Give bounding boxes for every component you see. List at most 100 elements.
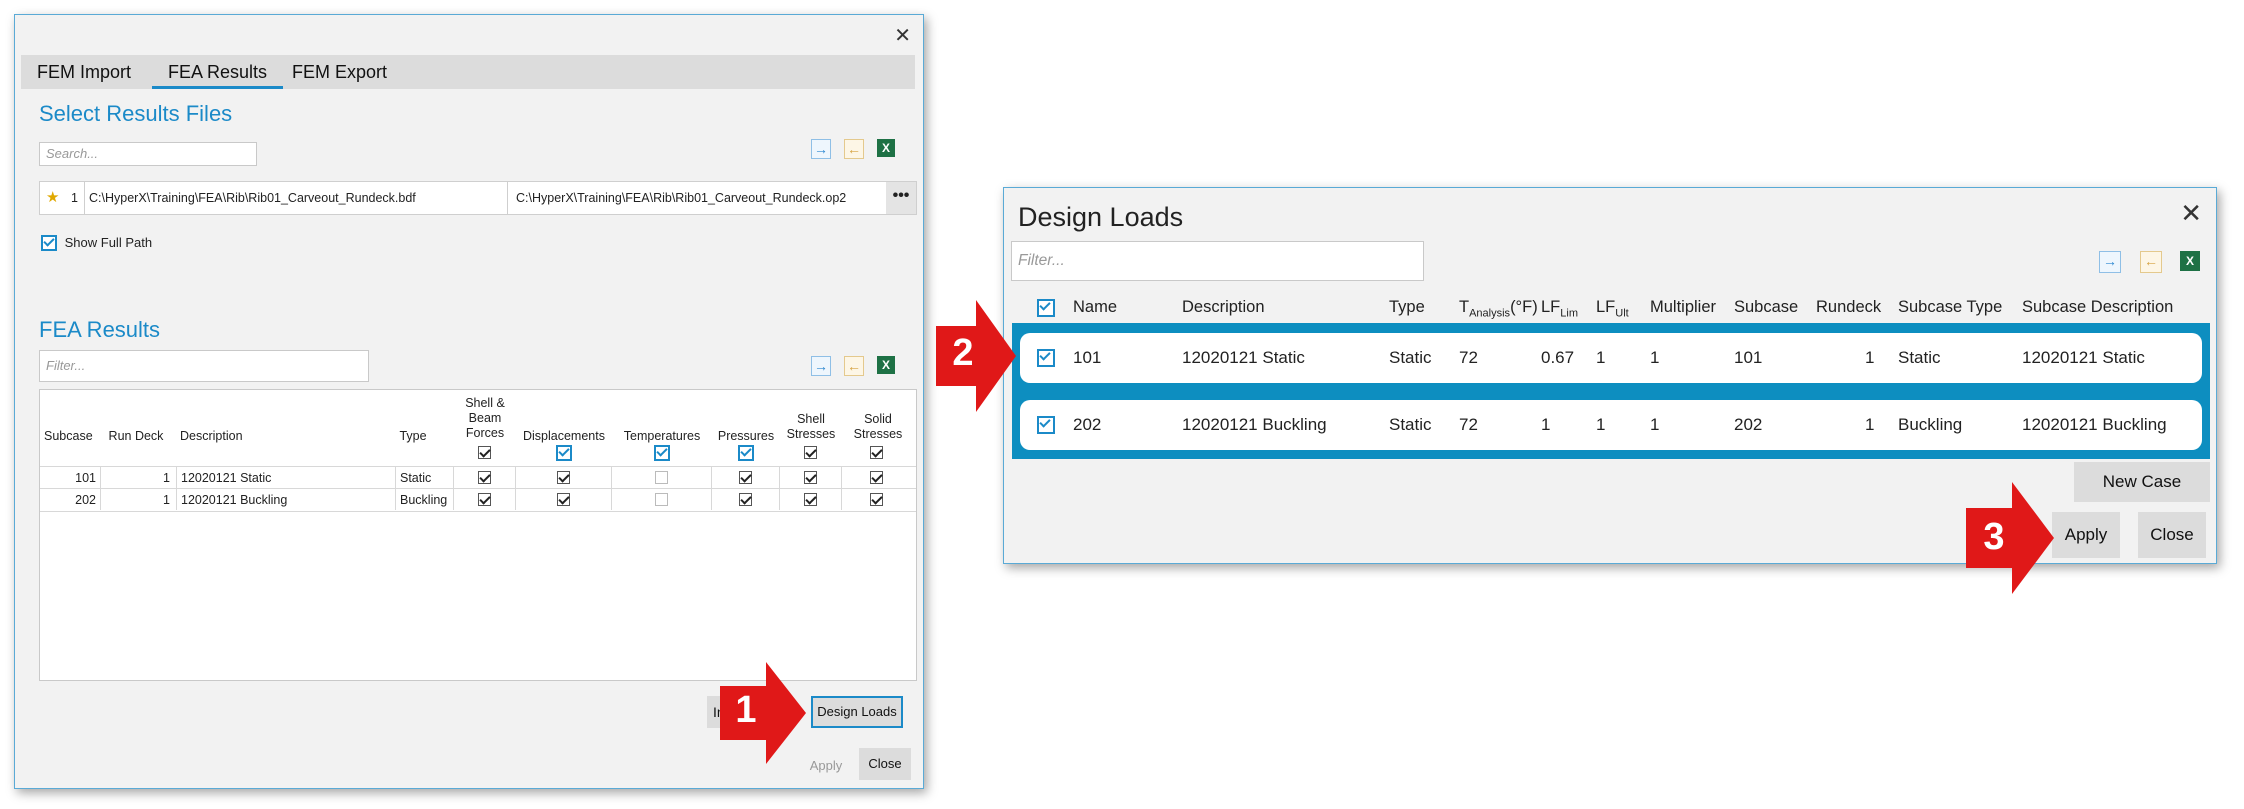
select-all-pressures-checkbox[interactable]	[738, 445, 754, 461]
excel-icon[interactable]: X	[877, 139, 895, 157]
fea-results-grid: Subcase Run Deck Description Type Shell …	[39, 389, 917, 681]
subcase-cell: 101	[75, 471, 96, 485]
type-cell: Static	[1389, 348, 1432, 367]
filter-input[interactable]: Filter...	[39, 350, 369, 382]
temperatures-checkbox[interactable]	[655, 471, 668, 484]
lf-ult-cell: 1	[1596, 348, 1606, 367]
fem-file-path[interactable]: C:\HyperX\Training\FEA\Rib\Rib01_Carveou…	[89, 182, 416, 214]
col-subcase-description[interactable]: Subcase Description	[2022, 298, 2173, 317]
subcase-cell: 101	[1734, 348, 1763, 367]
browse-button[interactable]: •••	[886, 182, 916, 214]
export-icon[interactable]: →	[811, 139, 831, 159]
design-loads-button[interactable]: Design Loads	[811, 696, 903, 728]
col-run-deck[interactable]: Run Deck	[104, 429, 168, 444]
col-subcase[interactable]: Subcase	[44, 429, 93, 444]
type-cell: Static	[400, 471, 432, 485]
import-icon[interactable]: ←	[844, 356, 864, 376]
tab-fea-results[interactable]: FEA Results	[152, 55, 284, 89]
col-name[interactable]: Name	[1073, 298, 1117, 317]
col-displacements[interactable]: Displacements	[516, 429, 612, 444]
search-input[interactable]: Search...	[39, 142, 257, 166]
pressures-checkbox[interactable]	[739, 493, 752, 506]
forces-checkbox[interactable]	[478, 493, 491, 506]
displacements-checkbox[interactable]	[557, 493, 570, 506]
temperatures-checkbox[interactable]	[655, 493, 668, 506]
apply-button[interactable]: Apply	[801, 750, 851, 782]
step-3-number: 3	[1983, 516, 2005, 558]
table-row[interactable]: 101 12020121 Static Static 72 0.67 1 1 1…	[1020, 333, 2202, 383]
shell-stresses-checkbox[interactable]	[804, 471, 817, 484]
shell-stresses-checkbox[interactable]	[804, 493, 817, 506]
run-deck-cell: 1	[163, 471, 170, 485]
type-cell: Static	[1389, 415, 1432, 434]
checkbox-icon[interactable]	[41, 234, 57, 251]
star-icon[interactable]: ★	[46, 182, 59, 214]
tab-fem-export[interactable]: FEM Export	[276, 55, 403, 89]
row-checkbox[interactable]	[1037, 349, 1055, 367]
subcase-type-cell: Buckling	[1898, 415, 1963, 434]
col-lf-ult[interactable]: LFUlt	[1596, 298, 1629, 319]
subcase-cell: 202	[75, 493, 96, 507]
step-2-number: 2	[952, 332, 974, 374]
table-row[interactable]: 202 12020121 Buckling Static 72 1 1 1 20…	[1020, 400, 2202, 450]
col-description[interactable]: Description	[1182, 298, 1265, 317]
displacements-checkbox[interactable]	[557, 471, 570, 484]
close-icon[interactable]: ✕	[894, 23, 911, 48]
forces-checkbox[interactable]	[478, 471, 491, 484]
rundeck-cell: 1	[1865, 415, 1875, 434]
select-all-shell-stresses-checkbox[interactable]	[804, 446, 817, 459]
table-row[interactable]: 101 1 12020121 Static Static	[40, 466, 916, 489]
col-rundeck[interactable]: Rundeck	[1816, 298, 1881, 317]
close-button[interactable]: Close	[2138, 512, 2206, 558]
select-all-solid-stresses-checkbox[interactable]	[870, 446, 883, 459]
export-icon[interactable]: →	[2099, 251, 2121, 273]
results-file-row[interactable]: ★ 1 C:\HyperX\Training\FEA\Rib\Rib01_Car…	[39, 181, 917, 215]
import-icon[interactable]: ←	[844, 139, 864, 159]
col-temperatures[interactable]: Temperatures	[612, 429, 712, 444]
close-icon[interactable]: ✕	[2180, 198, 2202, 229]
excel-icon[interactable]: X	[877, 356, 895, 374]
select-all-temperatures-checkbox[interactable]	[654, 445, 670, 461]
select-results-files-title: Select Results Files	[39, 101, 233, 126]
show-full-path-label: Show Full Path	[64, 235, 153, 251]
subcase-cell: 202	[1734, 415, 1763, 434]
col-subcase-type[interactable]: Subcase Type	[1898, 298, 2002, 317]
apply-button[interactable]: Apply	[2052, 512, 2120, 558]
file-index: 1	[71, 191, 78, 205]
select-all-forces-checkbox[interactable]	[478, 446, 491, 459]
col-pressures[interactable]: Pressures	[712, 429, 780, 444]
results-file-path[interactable]: C:\HyperX\Training\FEA\Rib\Rib01_Carveou…	[516, 182, 846, 214]
name-cell: 101	[1073, 348, 1102, 367]
col-shell-beam-forces[interactable]: Shell & Beam Forces	[454, 396, 516, 441]
close-button[interactable]: Close	[859, 748, 911, 780]
col-subcase[interactable]: Subcase	[1734, 298, 1798, 317]
show-full-path-checkbox[interactable]: Show Full Path	[41, 234, 152, 251]
import-icon[interactable]: ←	[2140, 251, 2162, 273]
pressures-checkbox[interactable]	[739, 471, 752, 484]
subcase-description-cell: 12020121 Static	[2022, 348, 2145, 367]
tab-fem-import[interactable]: FEM Import	[21, 55, 147, 89]
export-icon[interactable]: →	[811, 356, 831, 376]
col-multiplier[interactable]: Multiplier	[1650, 298, 1716, 317]
col-shell-stresses[interactable]: Shell Stresses	[780, 412, 842, 442]
col-type[interactable]: Type	[1389, 298, 1425, 317]
step-1-arrow: 1	[720, 662, 806, 764]
select-all-checkbox[interactable]	[1037, 299, 1055, 317]
select-all-displacements-checkbox[interactable]	[556, 445, 572, 461]
lf-lim-cell: 0.67	[1541, 348, 1575, 367]
rundeck-cell: 1	[1865, 348, 1875, 367]
row-checkbox[interactable]	[1037, 416, 1055, 434]
col-solid-stresses[interactable]: Solid Stresses	[842, 412, 914, 442]
excel-icon[interactable]: X	[2180, 251, 2200, 271]
col-lf-lim[interactable]: LFLim	[1541, 298, 1578, 319]
col-description[interactable]: Description	[180, 429, 250, 444]
filter-input[interactable]: Filter...	[1011, 241, 1424, 281]
solid-stresses-checkbox[interactable]	[870, 471, 883, 484]
step-1-number: 1	[735, 689, 757, 731]
table-row[interactable]: 202 1 12020121 Buckling Buckling	[40, 488, 916, 512]
col-t-analysis[interactable]: TAnalysis(°F)	[1459, 298, 1538, 319]
solid-stresses-checkbox[interactable]	[870, 493, 883, 506]
new-case-button[interactable]: New Case	[2074, 462, 2210, 502]
t-analysis-cell: 72	[1459, 415, 1478, 434]
col-type[interactable]: Type	[398, 429, 428, 444]
